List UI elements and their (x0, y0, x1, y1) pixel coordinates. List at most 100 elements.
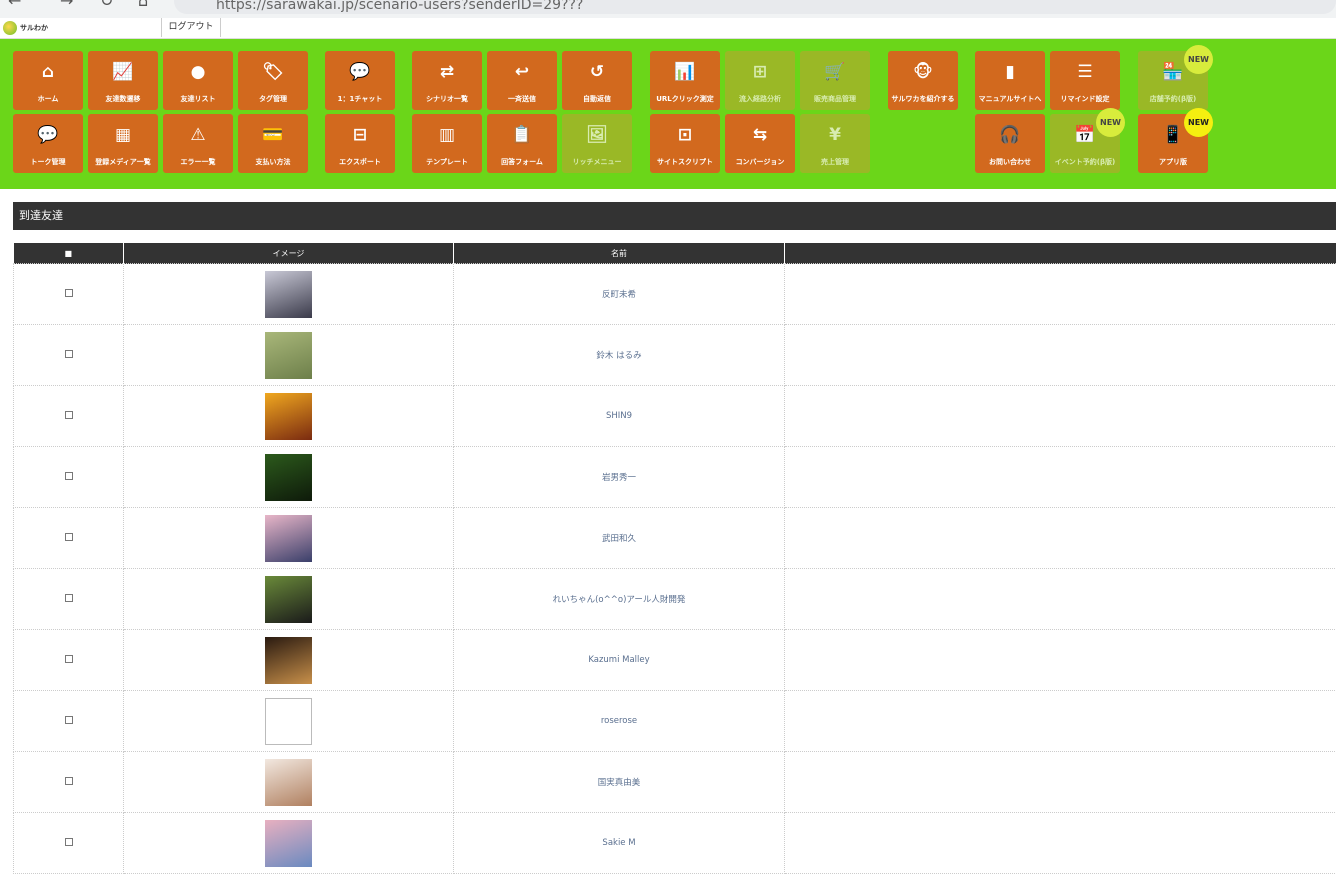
row-checkbox[interactable] (65, 777, 73, 785)
address-bar[interactable]: https://sarawakai.jp/scenario-users?send… (174, 0, 1336, 14)
cart-icon: 🛒 (800, 61, 870, 83)
menu-button-sitemap[interactable]: ⊞流入経路分析 (725, 51, 795, 110)
menu-button-label: シナリオ一覧 (412, 94, 482, 104)
friend-name[interactable]: 鈴木 はるみ (454, 325, 785, 386)
menu-button-line-chart[interactable]: 📈友達数遷移 (88, 51, 158, 110)
menu-button-browser[interactable]: ⊡サイトスクリプト (650, 114, 720, 173)
menu-button-label: ホーム (13, 94, 83, 104)
menu-button-user[interactable]: ●友達リスト (163, 51, 233, 110)
menu-button-card[interactable]: 💳支払い方法 (238, 114, 308, 173)
menu-button-label: エラー一覧 (163, 157, 233, 167)
logo[interactable]: サルわか (3, 21, 48, 35)
friend-name[interactable]: れいちゃん(o^^o)アール人財開発 (454, 569, 785, 630)
row-checkbox[interactable] (65, 716, 73, 724)
menu-button-tag[interactable]: 🏷タグ管理 (238, 51, 308, 110)
menu-button-label: 登録メディア一覧 (88, 157, 158, 167)
friend-name[interactable]: SHIN9 (454, 386, 785, 447)
row-checkbox[interactable] (65, 350, 73, 358)
menu-button-exchange[interactable]: ⇆コンバージョン (725, 114, 795, 173)
menu-button-label: 店舗予約(β版) (1138, 94, 1208, 104)
menu-button-home[interactable]: ⌂ホーム (13, 51, 83, 110)
menu-button-yen[interactable]: ¥売上管理 (800, 114, 870, 173)
menu-button-return[interactable]: ↺自動返信 (562, 51, 632, 110)
row-select-cell (14, 752, 124, 813)
row-image-cell (124, 447, 454, 508)
name-header: 名前 (454, 243, 785, 264)
row-image-cell (124, 630, 454, 691)
row-checkbox[interactable] (65, 472, 73, 480)
table-row: 岩男秀一 (14, 447, 1336, 508)
menu-button-list[interactable]: ☰リマインド設定 (1050, 51, 1120, 110)
menu-button-shuffle[interactable]: ⇄シナリオ一覧 (412, 51, 482, 110)
menu-button-image[interactable]: 🖼リッチメニュー (562, 114, 632, 173)
menu-button-warning[interactable]: ⚠エラー一覧 (163, 114, 233, 173)
broken-image (265, 698, 312, 745)
menu-button-chat-bubble[interactable]: 💬1：1チャット (325, 51, 395, 110)
home-browser-icon[interactable]: ⌂ (138, 0, 148, 10)
row-image-cell (124, 386, 454, 447)
table-header-row: ■ イメージ 名前 (14, 243, 1336, 264)
friend-name[interactable]: 国実真由美 (454, 752, 785, 813)
menu-button-reply[interactable]: ↩一斉送信 (487, 51, 557, 110)
cherry-blossom-photo (265, 820, 312, 867)
card-icon: 💳 (238, 124, 308, 146)
row-checkbox[interactable] (65, 594, 73, 602)
back-icon[interactable]: ← (8, 0, 21, 10)
table-row: 反町未希 (14, 264, 1336, 325)
row-empty-cell (785, 508, 1336, 569)
menu-button-drive[interactable]: ⊟エクスポート (325, 114, 395, 173)
menu-button-form[interactable]: 📋回答フォーム (487, 114, 557, 173)
row-checkbox[interactable] (65, 533, 73, 541)
menu-button-label: トーク管理 (13, 157, 83, 167)
row-image-cell (124, 325, 454, 386)
new-badge: NEW (1184, 45, 1213, 74)
friend-name[interactable]: 岩男秀一 (454, 447, 785, 508)
menu-button-label: 回答フォーム (487, 157, 557, 167)
menu-button-speech[interactable]: 💬トーク管理 (13, 114, 83, 173)
row-checkbox[interactable] (65, 411, 73, 419)
row-empty-cell (785, 325, 1336, 386)
menu-button-label: 友達数遷移 (88, 94, 158, 104)
row-select-cell (14, 264, 124, 325)
extra-header (785, 243, 1336, 264)
sakura-man-photo (265, 515, 312, 562)
table-row: Sakie M (14, 813, 1336, 874)
row-select-cell (14, 569, 124, 630)
row-select-cell (14, 691, 124, 752)
row-empty-cell (785, 386, 1336, 447)
friend-name[interactable]: 反町未希 (454, 264, 785, 325)
woman-photo (265, 576, 312, 623)
menu-button-headset[interactable]: 🎧お問い合わせ (975, 114, 1045, 173)
select-all-header[interactable]: ■ (14, 243, 124, 264)
main-menu: ⌂ホーム📈友達数遷移●友達リスト🏷タグ管理 💬1：1チャット ⇄シナリオ一覧↩一斉送… (0, 39, 1336, 189)
friend-name[interactable]: Kazumi Malley (454, 630, 785, 691)
template-icon: ▥ (412, 124, 482, 146)
row-image-cell (124, 264, 454, 325)
person-photo-1 (265, 271, 312, 318)
row-image-cell (124, 691, 454, 752)
menu-button-template[interactable]: ▥テンプレート (412, 114, 482, 173)
menu-button-book[interactable]: ▮マニュアルサイトへ (975, 51, 1045, 110)
forward-icon[interactable]: → (60, 0, 73, 10)
headset-icon: 🎧 (975, 124, 1045, 146)
row-empty-cell (785, 264, 1336, 325)
row-checkbox[interactable] (65, 838, 73, 846)
row-checkbox[interactable] (65, 655, 73, 663)
smiling-woman-photo (265, 759, 312, 806)
row-select-cell (14, 386, 124, 447)
menu-button-label: リマインド設定 (1050, 94, 1120, 104)
yen-icon: ¥ (800, 124, 870, 146)
row-select-cell (14, 630, 124, 691)
friend-name[interactable]: 武田和久 (454, 508, 785, 569)
row-checkbox[interactable] (65, 289, 73, 297)
friend-name[interactable]: Sakie M (454, 813, 785, 874)
menu-button-cart[interactable]: 🛒販売商品管理 (800, 51, 870, 110)
logout-button[interactable]: ログアウト (161, 18, 221, 37)
reload-icon[interactable]: ↻ (100, 0, 113, 10)
man-poster-photo (265, 454, 312, 501)
menu-button-monkey[interactable]: 🐵サルワカを紹介する (888, 51, 958, 110)
friend-name[interactable]: roserose (454, 691, 785, 752)
logo-text: サルわか (20, 23, 48, 33)
menu-button-map[interactable]: ▦登録メディア一覧 (88, 114, 158, 173)
menu-button-bar-chart[interactable]: 📊URLクリック測定 (650, 51, 720, 110)
